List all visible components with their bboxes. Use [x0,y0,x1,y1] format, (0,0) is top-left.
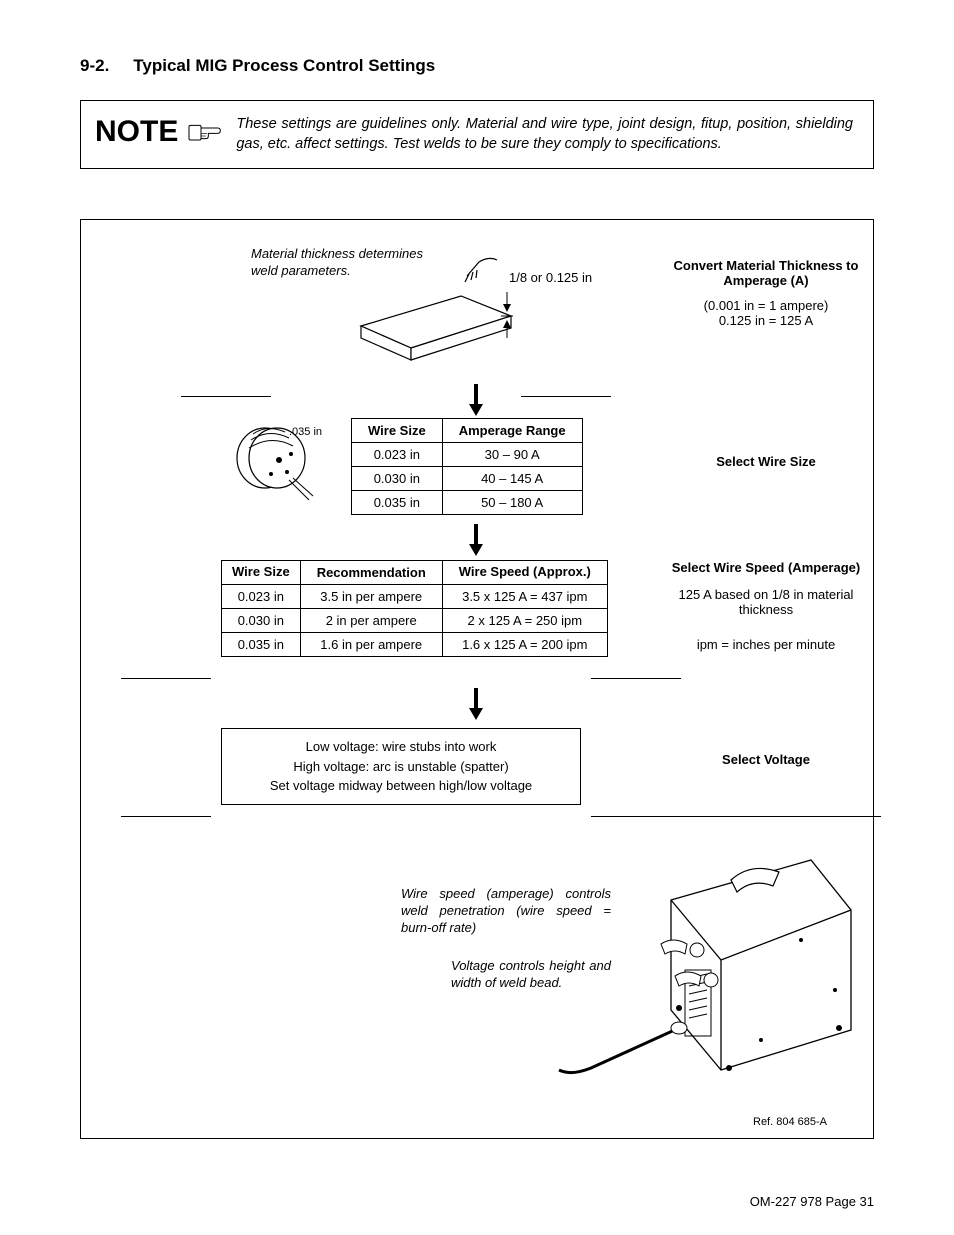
voltage-line1: Low voltage: wire stubs into work [234,737,568,757]
voltage-box: Low voltage: wire stubs into work High v… [221,728,581,805]
step1-side-line1: (0.001 in = 1 ampere) [661,298,871,313]
t3-r2c2: 2 in per ampere [300,609,442,633]
t3-h3: Wire Speed (Approx.) [442,561,607,585]
t3-r2c3: 2 x 125 A = 250 ipm [442,609,607,633]
note-label-cell: NOTE [81,101,236,163]
t3-h2: Recommendation [300,561,442,585]
t2-r3c2: 50 – 180 A [442,491,582,515]
plate-icon [341,276,521,376]
arrow-down-icon [467,522,485,556]
page: 9-2. Typical MIG Process Control Setting… [0,0,954,1235]
step4-side-title: Select Voltage [661,752,871,767]
t3-r1c3: 3.5 x 125 A = 437 ipm [442,585,607,609]
t3-r2c1: 0.030 in [222,609,301,633]
voltage-line3: Set voltage midway between high/low volt… [234,776,568,796]
note-label: NOTE [95,115,178,149]
t3-r3c3: 1.6 x 125 A = 200 ipm [442,633,607,657]
thickness-callout: 1/8 or 0.125 in [509,270,592,285]
step2-side-title: Select Wire Size [661,454,871,469]
step1-side-line2: 0.125 in = 125 A [661,313,871,328]
point-hand-icon [461,256,501,286]
welder-machine-icon [551,850,871,1090]
t3-r3c2: 1.6 in per ampere [300,633,442,657]
wire-speed-table: Wire Size Recommendation Wire Speed (App… [221,560,608,657]
t3-r1c2: 3.5 in per ampere [300,585,442,609]
point-finger-icon [188,120,222,144]
thickness-bracket-icon [499,290,515,340]
material-caption: Material thickness determines weld param… [251,246,451,280]
voltage-line2: High voltage: arc is unstable (spatter) [234,757,568,777]
t2-r2c2: 40 – 145 A [442,467,582,491]
wire-amperage-table: Wire SizeAmperage Range 0.023 in30 – 90 … [351,418,583,515]
t2-h2: Amperage Range [442,419,582,443]
step3-side-line2: ipm = inches per minute [661,637,871,652]
note-body: These settings are guidelines only. Mate… [236,101,873,168]
step3-side-line1: 125 A based on 1/8 in material thickness [661,587,871,617]
page-number: OM-227 978 Page 31 [750,1194,874,1209]
section-number: 9-2. [80,56,109,76]
t2-h1: Wire Size [352,419,443,443]
spool-size-label: .035 in [289,426,322,438]
t3-r3c1: 0.035 in [222,633,301,657]
diagram-box: Material thickness determines weld param… [80,219,874,1139]
t2-r3c1: 0.035 in [352,491,443,515]
t2-r1c2: 30 – 90 A [442,443,582,467]
t3-r1c1: 0.023 in [222,585,301,609]
section-title: Typical MIG Process Control Settings [133,56,435,76]
reference-number: Ref. 804 685-A [753,1116,827,1128]
t2-r1c1: 0.023 in [352,443,443,467]
step1-side-title: Convert Material Thickness to Amperage (… [661,258,871,288]
arrow-down-icon [467,382,485,416]
t3-h1: Wire Size [222,561,301,585]
step3-side-title: Select Wire Speed (Amperage) [661,560,871,575]
note-box: NOTE These settings are guidelines only.… [80,100,874,169]
section-heading: 9-2. Typical MIG Process Control Setting… [80,56,874,76]
t2-r2c1: 0.030 in [352,467,443,491]
arrow-down-icon [467,686,485,720]
